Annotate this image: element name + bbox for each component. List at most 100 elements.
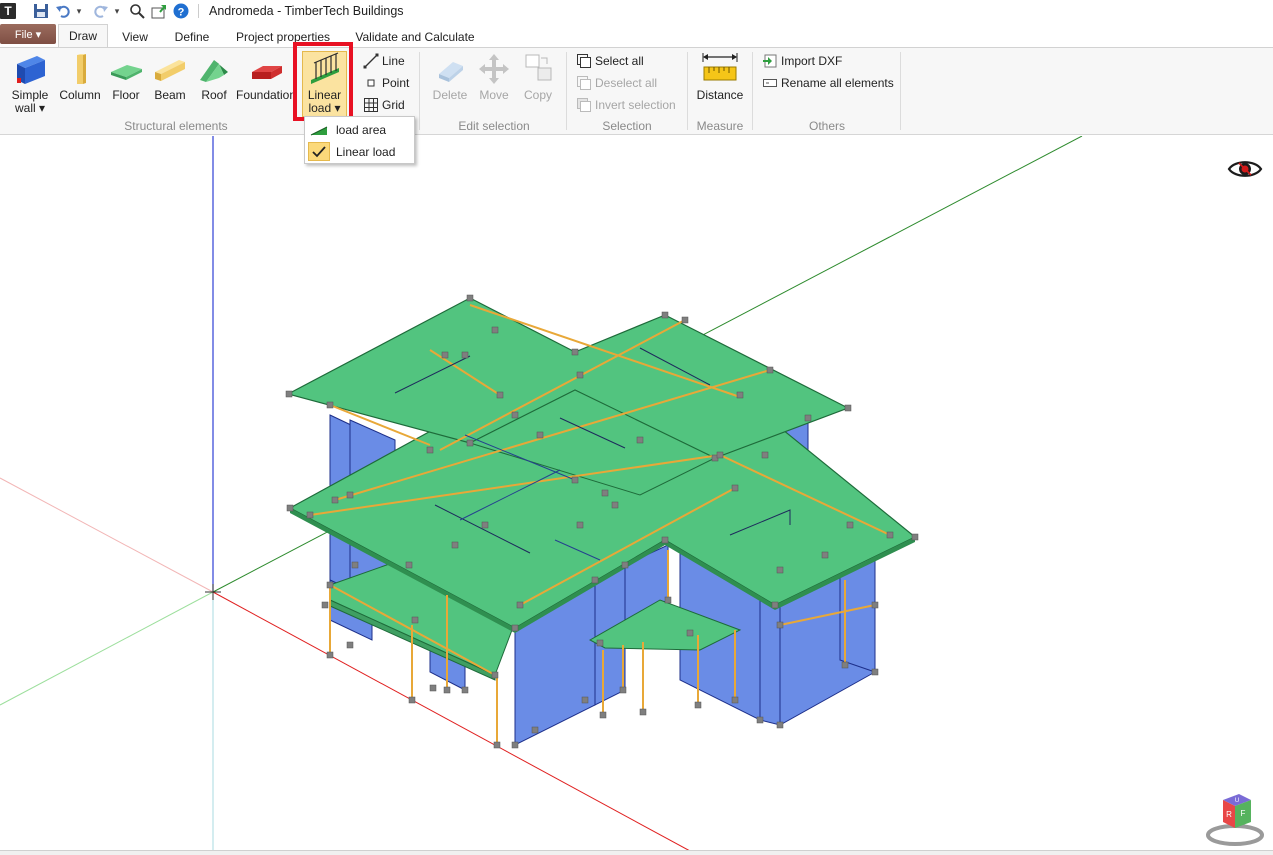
- beam-icon: [155, 60, 185, 81]
- floor-button[interactable]: Floor: [104, 52, 148, 102]
- delete-button[interactable]: Delete: [428, 52, 472, 102]
- line-button[interactable]: Line: [363, 51, 405, 71]
- distance-button[interactable]: Distance: [694, 52, 746, 102]
- select-all-label: Select all: [595, 54, 644, 68]
- invert-selection-label: Invert selection: [595, 98, 676, 112]
- tab-view[interactable]: View: [112, 26, 158, 48]
- y-axis-negative: [0, 591, 214, 706]
- tab-define[interactable]: Define: [166, 26, 218, 48]
- svg-text:F: F: [1241, 809, 1246, 818]
- point-icon: [363, 75, 379, 91]
- highlight-frame: [293, 42, 353, 121]
- status-bar: [0, 850, 1273, 855]
- move-button[interactable]: Move: [472, 52, 516, 102]
- eraser-icon: [439, 62, 463, 82]
- rename-icon: [762, 75, 778, 91]
- file-menu-button[interactable]: File ▾: [0, 24, 56, 44]
- load-area-icon: [308, 120, 330, 139]
- group-separator: [900, 52, 901, 130]
- app-logo-icon[interactable]: T: [0, 0, 16, 22]
- floor-label: Floor: [112, 88, 140, 102]
- save-icon[interactable]: [30, 0, 52, 22]
- linear-load-dropdown: load area Linear load: [304, 116, 415, 164]
- column-icon: [77, 54, 86, 84]
- import-dxf-button[interactable]: Import DXF: [762, 51, 842, 71]
- beam-label: Beam: [154, 88, 186, 102]
- ribbon-tabs: File ▾ Draw View Define Project properti…: [0, 22, 1273, 49]
- delete-label: Delete: [432, 88, 468, 102]
- x-axis-negative: [0, 477, 214, 593]
- wall-icon: [17, 56, 45, 84]
- ruler-icon: [702, 53, 738, 81]
- tab-draw[interactable]: Draw: [58, 24, 108, 49]
- deselect-all-label: Deselect all: [595, 76, 658, 90]
- deselect-all-button[interactable]: Deselect all: [576, 73, 657, 93]
- undo-icon[interactable]: [52, 0, 74, 22]
- 3d-viewport[interactable]: R F U: [0, 136, 1273, 851]
- rename-all-label: Rename all elements: [781, 76, 894, 90]
- foundation-icon: [252, 66, 282, 79]
- checkmark-icon: [308, 142, 330, 161]
- roof-label: Roof: [201, 88, 227, 102]
- foundation-label: Foundation: [235, 88, 297, 102]
- building-model[interactable]: [0, 136, 1273, 851]
- select-all-icon: [576, 53, 592, 69]
- tab-validate-calculate[interactable]: Validate and Calculate: [349, 26, 481, 48]
- group-separator: [419, 52, 420, 130]
- column-button[interactable]: Column: [56, 52, 104, 102]
- title-bar: T ▾ ▾ ? Andromeda - TimberTech Buildings: [0, 0, 1273, 22]
- import-dxf-label: Import DXF: [781, 54, 843, 68]
- export-icon[interactable]: [148, 0, 170, 22]
- move-label: Move: [479, 88, 509, 102]
- move-icon: [479, 54, 509, 84]
- grid-label: Grid: [382, 98, 405, 112]
- roof-button[interactable]: Roof: [192, 52, 236, 102]
- svg-text:R: R: [1226, 810, 1232, 819]
- roof-icon: [200, 60, 228, 82]
- help-icon[interactable]: ?: [170, 0, 192, 22]
- line-icon: [363, 53, 379, 69]
- grid-button[interactable]: Grid: [363, 95, 405, 115]
- rename-all-button[interactable]: Rename all elements: [762, 73, 894, 93]
- svg-text:U: U: [1235, 798, 1239, 804]
- floor-icon: [111, 65, 142, 80]
- grid-icon: [363, 97, 379, 113]
- ribbon: Simple wall ▾ Column Floor Beam Roof Fou…: [0, 42, 1273, 135]
- undo-dropdown-icon[interactable]: ▾: [74, 0, 84, 22]
- column-label: Column: [59, 88, 101, 102]
- dropdown-item-linear-load[interactable]: Linear load: [306, 141, 413, 162]
- simple-wall-button[interactable]: Simple wall ▾: [6, 52, 54, 115]
- redo-icon[interactable]: [90, 0, 112, 22]
- eye-slash-icon[interactable]: [1227, 158, 1263, 180]
- line-label: Line: [382, 54, 405, 68]
- deselect-all-icon: [576, 75, 592, 91]
- select-all-button[interactable]: Select all: [576, 51, 644, 71]
- structural-elements-group-label: Structural elements: [124, 119, 228, 133]
- beam-button[interactable]: Beam: [148, 52, 192, 102]
- measure-group-label: Measure: [696, 119, 744, 133]
- distance-label: Distance: [696, 88, 744, 102]
- invert-selection-button[interactable]: Invert selection: [576, 95, 676, 115]
- point-label: Point: [382, 76, 410, 90]
- invert-selection-icon: [576, 97, 592, 113]
- copy-label: Copy: [523, 88, 552, 102]
- dropdown-item-label: Linear load: [336, 144, 396, 159]
- zoom-icon[interactable]: [126, 0, 148, 22]
- copy-button[interactable]: Copy: [516, 52, 560, 102]
- import-icon: [762, 53, 778, 69]
- window-title: Andromeda - TimberTech Buildings: [209, 4, 404, 18]
- copy-icon: [525, 54, 552, 81]
- simple-wall-label: Simple wall ▾: [11, 88, 49, 115]
- point-button[interactable]: Point: [363, 73, 409, 93]
- svg-text:?: ?: [178, 7, 185, 19]
- origin-marker: [205, 584, 221, 600]
- selection-group-label: Selection: [602, 119, 652, 133]
- view-cube-icon[interactable]: R F U: [1204, 788, 1266, 846]
- redo-dropdown-icon[interactable]: ▾: [112, 0, 122, 22]
- dropdown-item-load-area[interactable]: load area: [306, 119, 413, 140]
- app-logo: T: [0, 3, 16, 19]
- title-separator: [198, 4, 199, 18]
- others-group-label: Others: [808, 119, 845, 133]
- dropdown-item-label: load area: [336, 122, 387, 137]
- foundation-button[interactable]: Foundation: [236, 52, 296, 102]
